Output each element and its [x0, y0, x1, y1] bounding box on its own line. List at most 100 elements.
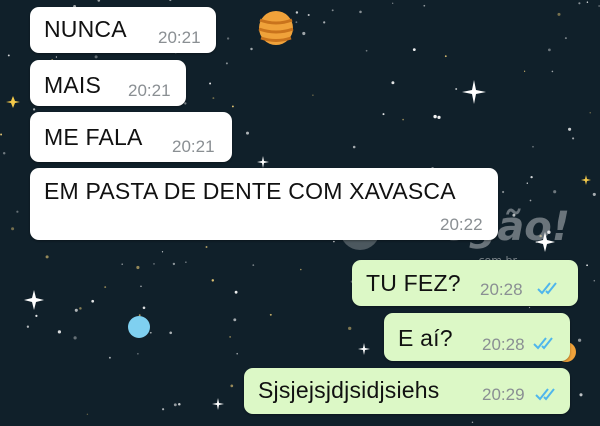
message-time: 20:28: [480, 280, 523, 299]
star-dot: [592, 192, 596, 196]
message-bubble-incoming[interactable]: NUNCA 20:21: [30, 7, 216, 53]
star-dot: [35, 314, 38, 317]
star-dot: [0, 133, 3, 136]
star-dot: [252, 264, 255, 266]
star-dot: [138, 314, 141, 317]
star-dot: [161, 251, 164, 253]
star-dot: [433, 114, 437, 119]
star-dot: [528, 306, 531, 309]
star-dot: [586, 1, 589, 3]
star-dot: [246, 131, 249, 135]
star-dot: [104, 286, 107, 289]
message-bubble-outgoing[interactable]: Sjsjejsjdjsidjsiehs 20:29: [244, 368, 570, 414]
star-dot: [529, 199, 532, 202]
star-dot: [333, 240, 335, 243]
message-time: 20:21: [172, 137, 215, 156]
star-dot: [548, 48, 551, 52]
star-dot: [225, 62, 228, 65]
message-bubble-incoming[interactable]: ME FALA 20:21: [30, 112, 232, 162]
message-text: NUNCA: [44, 16, 127, 42]
star-dot: [74, 308, 78, 312]
star-dot: [352, 145, 356, 149]
message-bubble-incoming[interactable]: MAIS 20:21: [30, 60, 186, 106]
star-dot: [589, 112, 591, 114]
star-dot: [230, 384, 234, 388]
star-dot: [471, 421, 474, 424]
star-dot: [402, 118, 404, 121]
double-check-read-icon: [535, 388, 555, 401]
star-dot: [173, 403, 177, 407]
star-dot: [524, 70, 526, 72]
star-dot: [136, 265, 140, 270]
star-dot: [231, 105, 234, 108]
star-dot: [526, 182, 528, 184]
star-dot: [137, 353, 139, 355]
message-time: 20:22: [440, 215, 483, 234]
star-dot: [300, 268, 302, 271]
star-dot: [577, 338, 582, 342]
star-dot: [593, 279, 596, 282]
star-dot: [142, 306, 146, 310]
star-dot: [269, 313, 272, 316]
star-dot: [79, 307, 82, 310]
star-dot: [140, 285, 142, 288]
star-dot: [86, 413, 89, 415]
star-dot: [578, 2, 581, 5]
star-dot: [455, 88, 458, 90]
message-bubble-outgoing[interactable]: E aí? 20:28: [384, 313, 570, 361]
star-dot: [211, 279, 215, 282]
star-dot: [233, 318, 237, 322]
star-dot: [212, 97, 215, 100]
message-time: 20:21: [158, 28, 201, 47]
star-dot: [236, 352, 238, 355]
star-dot: [209, 82, 212, 85]
star-dot: [502, 190, 505, 194]
star-dot: [553, 190, 557, 194]
star-dot: [185, 261, 187, 263]
star-dot: [184, 102, 187, 105]
star-dot: [323, 21, 326, 24]
star-dot: [412, 48, 416, 52]
star-dot: [55, 56, 58, 58]
message-text: TU FEZ?: [366, 270, 461, 296]
star-dot: [391, 81, 395, 85]
star-dot: [331, 9, 334, 12]
star-dot: [444, 55, 447, 58]
star-dot: [205, 246, 208, 248]
star-dot: [551, 70, 554, 73]
star-dot: [392, 2, 394, 4]
orange-planet-icon: [258, 11, 294, 45]
star-dot: [547, 230, 551, 234]
star-dot: [572, 137, 575, 140]
star-dot: [16, 210, 19, 213]
message-text: ME FALA: [44, 124, 143, 150]
star-dot: [295, 21, 298, 24]
star-dot: [2, 152, 6, 155]
star-dot: [579, 393, 583, 397]
star-dot: [382, 113, 385, 116]
star-dot: [234, 290, 238, 294]
star-dot: [11, 227, 15, 231]
star-dot: [348, 326, 352, 331]
star-dot: [557, 12, 561, 16]
star-dot: [121, 263, 123, 265]
star-dot: [586, 264, 588, 267]
star-dot: [162, 408, 165, 411]
star-dot: [91, 299, 95, 303]
message-bubble-incoming[interactable]: EM PASTA DE DENTE COM XAVASCA 20:22: [30, 168, 498, 240]
star-dot: [302, 31, 306, 36]
star-dot: [539, 234, 542, 238]
star-dot: [250, 47, 253, 51]
double-check-read-icon: [537, 282, 557, 295]
star-dot: [359, 10, 362, 14]
message-bubble-outgoing[interactable]: TU FEZ? 20:28: [352, 260, 578, 306]
star-dot: [229, 336, 231, 338]
message-text: EM PASTA DE DENTE COM XAVASCA: [44, 178, 456, 204]
star-dot: [153, 263, 155, 265]
star-dot: [32, 108, 36, 111]
star-dot: [73, 336, 77, 340]
star-dot: [226, 37, 230, 40]
star-dot: [564, 37, 567, 40]
star-dot: [437, 115, 441, 120]
star-dot: [94, 55, 98, 59]
